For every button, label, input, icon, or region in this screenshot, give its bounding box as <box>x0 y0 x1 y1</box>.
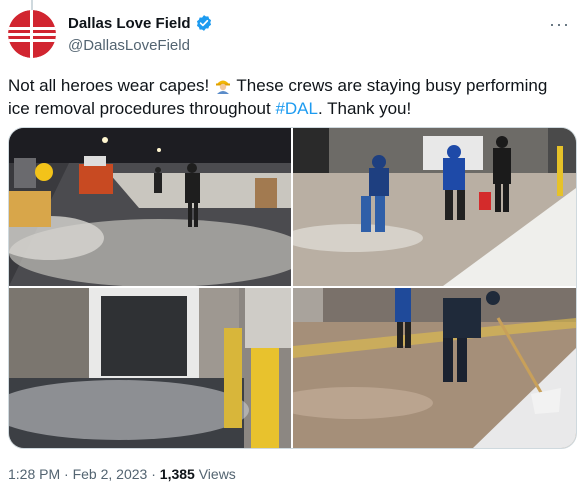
photo-worker-shoveling[interactable] <box>293 288 576 448</box>
tweet-date[interactable]: Feb 2, 2023 <box>73 466 148 482</box>
meta-separator: · <box>64 466 69 482</box>
construction-worker-emoji <box>216 80 230 94</box>
tweet-text: Not all heroes wear capes! These crews a… <box>8 74 573 120</box>
thread-connector-line <box>31 0 33 10</box>
dallas-love-field-logo <box>8 10 56 58</box>
tweet-time[interactable]: 1:28 PM <box>8 466 60 482</box>
avatar[interactable] <box>8 10 56 58</box>
tweet-metadata: 1:28 PM · Feb 2, 2023 · 1,385 Views <box>8 466 236 482</box>
media-grid <box>8 127 577 449</box>
display-name[interactable]: Dallas Love Field <box>68 15 191 32</box>
photo-crew-salting-ice[interactable] <box>293 128 576 286</box>
views-label: Views <box>198 466 236 482</box>
photo-night-ramp-crew[interactable] <box>9 128 291 286</box>
tweet-text-part-1: Not all heroes wear capes! <box>8 76 214 95</box>
author-name-row: Dallas Love Field <box>68 14 213 32</box>
verified-badge-icon <box>196 15 211 31</box>
views-count: 1,385 <box>159 466 195 482</box>
hashtag-link[interactable]: #DAL <box>275 99 318 118</box>
user-handle[interactable]: @DallasLoveField <box>68 37 190 54</box>
tweet-text-part-3: . Thank you! <box>317 99 412 118</box>
meta-separator: · <box>151 466 156 482</box>
photo-snowplow-closeup[interactable] <box>9 288 291 448</box>
more-options-icon[interactable]: ··· <box>549 14 570 35</box>
